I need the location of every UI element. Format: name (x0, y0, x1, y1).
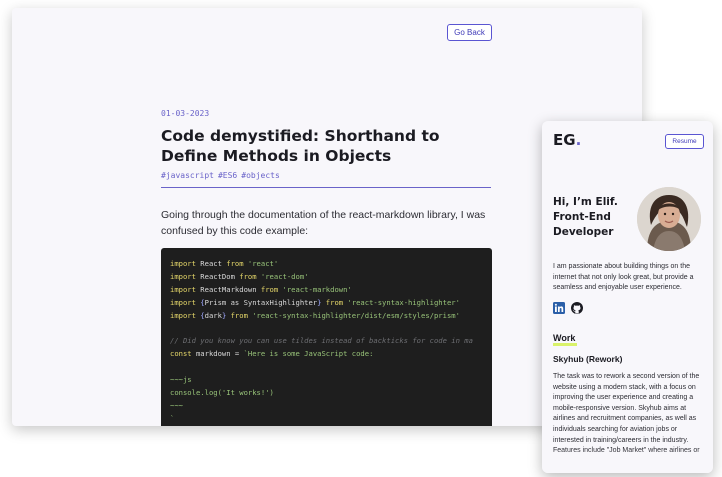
code-line: import {dark} from 'react-syntax-highlig… (170, 310, 460, 320)
post-intro: Going through the documentation of the r… (161, 209, 486, 237)
code-line: import ReactDom from 'react-dom' (170, 271, 309, 281)
code-line: ~~~ (170, 400, 183, 410)
code-line: console.log('It works!') (170, 387, 274, 397)
code-line: ~~~js (170, 375, 192, 385)
project-title[interactable]: Skyhub (Rework) (553, 354, 622, 364)
project-description: The task was to rework a second version … (553, 373, 700, 454)
work-section-heading: Work (553, 333, 576, 343)
site-logo[interactable]: EG. (553, 131, 581, 149)
code-line: import React from 'react' (170, 259, 279, 268)
post-tags: #javascript #ES6 #objects (161, 171, 284, 180)
code-line: import {Prism as SyntaxHighlighter} from… (170, 297, 460, 307)
code-block: import React from 'react' import ReactDom… (161, 248, 492, 426)
title-divider (161, 187, 491, 188)
resume-button[interactable]: Resume (665, 134, 704, 149)
post-title: Code demystified: Shorthand to Define Me… (161, 127, 440, 165)
code-line: import ReactMarkdown from 'react-markdow… (170, 284, 352, 294)
avatar (637, 187, 701, 251)
logo-dot: . (575, 131, 582, 149)
go-back-button[interactable]: Go Back (447, 24, 492, 41)
code-line: const markdown = `Here is some JavaScrip… (170, 349, 374, 359)
bio-text: I am passionate about building things on… (553, 263, 694, 292)
avatar-portrait (637, 187, 701, 251)
work-heading-underline (553, 343, 577, 346)
linkedin-icon[interactable] (553, 301, 565, 314)
hero-heading: Hi, I’m Elif. Front-End Developer (553, 196, 618, 238)
tag-link[interactable]: #objects (241, 171, 280, 180)
github-icon[interactable] (571, 301, 583, 314)
mobile-portfolio-window: EG. Resume Hi, I’m Elif. Front-End Devel… (542, 121, 713, 473)
code-line: ` (170, 413, 175, 423)
tag-link[interactable]: #javascript (161, 171, 214, 180)
post-date: 01-03-2023 (161, 109, 210, 118)
scroll-fade (542, 449, 713, 473)
tag-link[interactable]: #ES6 (218, 171, 237, 180)
code-line: // Did you know you can use tildes inste… (170, 336, 473, 346)
logo-text: EG (553, 131, 576, 149)
